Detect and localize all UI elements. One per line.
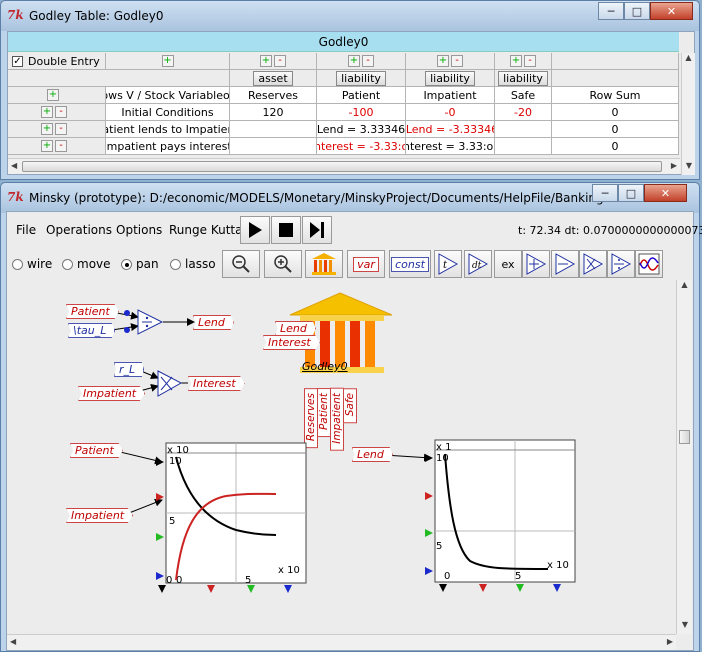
- plot-input-lend[interactable]: Lend: [352, 447, 393, 462]
- y-tick-label: 10: [436, 453, 449, 464]
- godley-input-interest[interactable]: Interest: [263, 335, 320, 350]
- divide-operator[interactable]: [137, 309, 164, 335]
- port-green[interactable]: [247, 585, 255, 593]
- impatient-variable[interactable]: Impatient: [78, 386, 146, 401]
- patient-variable[interactable]: Patient: [66, 304, 119, 319]
- port-black[interactable]: [439, 584, 447, 592]
- x-scale-label: x 10: [547, 560, 569, 571]
- y-scale-label: x 1: [436, 442, 451, 453]
- port-red[interactable]: [207, 585, 215, 593]
- x-scale-label: x 10: [278, 565, 300, 576]
- plot-input-patient[interactable]: Patient: [70, 443, 123, 458]
- port-blue[interactable]: [553, 584, 561, 592]
- port-black[interactable]: [425, 454, 433, 462]
- godley-output-variable[interactable]: Patient: [317, 388, 331, 438]
- lend-plot[interactable]: x 1 10 5 0 5 x 10: [425, 437, 581, 595]
- multiply-operator[interactable]: [157, 370, 183, 397]
- x-tick-label: 5: [515, 571, 521, 582]
- plot-1-canvas: x 10 10 5 0 0 5 x 10: [156, 442, 307, 593]
- port-red[interactable]: [479, 584, 487, 592]
- godley-input-lend[interactable]: Lend: [275, 321, 316, 336]
- tau-l-parameter[interactable]: \tau_L: [68, 323, 116, 338]
- y-tick-label: 0: [444, 571, 450, 582]
- wire-handle[interactable]: [124, 310, 130, 316]
- lend-variable[interactable]: Lend: [193, 315, 234, 330]
- port-blue[interactable]: [156, 572, 164, 580]
- port-red[interactable]: [156, 493, 164, 501]
- port-blue[interactable]: [425, 567, 433, 575]
- interest-variable[interactable]: Interest: [188, 376, 245, 391]
- godley-output-variable[interactable]: Safe: [343, 388, 357, 424]
- port-black[interactable]: [158, 585, 166, 593]
- x-tick-label: 5: [245, 575, 251, 586]
- port-green[interactable]: [156, 533, 164, 541]
- patient-impatient-plot[interactable]: x 10 10 5 0 0 5 x 10: [156, 440, 308, 596]
- port-green[interactable]: [516, 584, 524, 592]
- port-blue[interactable]: [284, 585, 292, 593]
- plot-2-canvas: x 1 10 5 0 5 x 10: [425, 439, 576, 592]
- godley-output-variable[interactable]: Impatient: [330, 388, 344, 451]
- godley-icon-name: Godley0: [302, 360, 348, 373]
- r-l-parameter[interactable]: r_L: [114, 362, 145, 377]
- plot-input-impatient[interactable]: Impatient: [66, 508, 134, 523]
- y-scale-label: x 10: [167, 445, 189, 456]
- y-tick-label: 5: [169, 516, 175, 527]
- port-green[interactable]: [425, 529, 433, 537]
- x-tick-label: 0: [166, 575, 172, 586]
- y-tick-label: 5: [436, 541, 442, 552]
- port-black[interactable]: [156, 458, 164, 466]
- wire-handle[interactable]: [124, 327, 130, 333]
- port-red[interactable]: [425, 492, 433, 500]
